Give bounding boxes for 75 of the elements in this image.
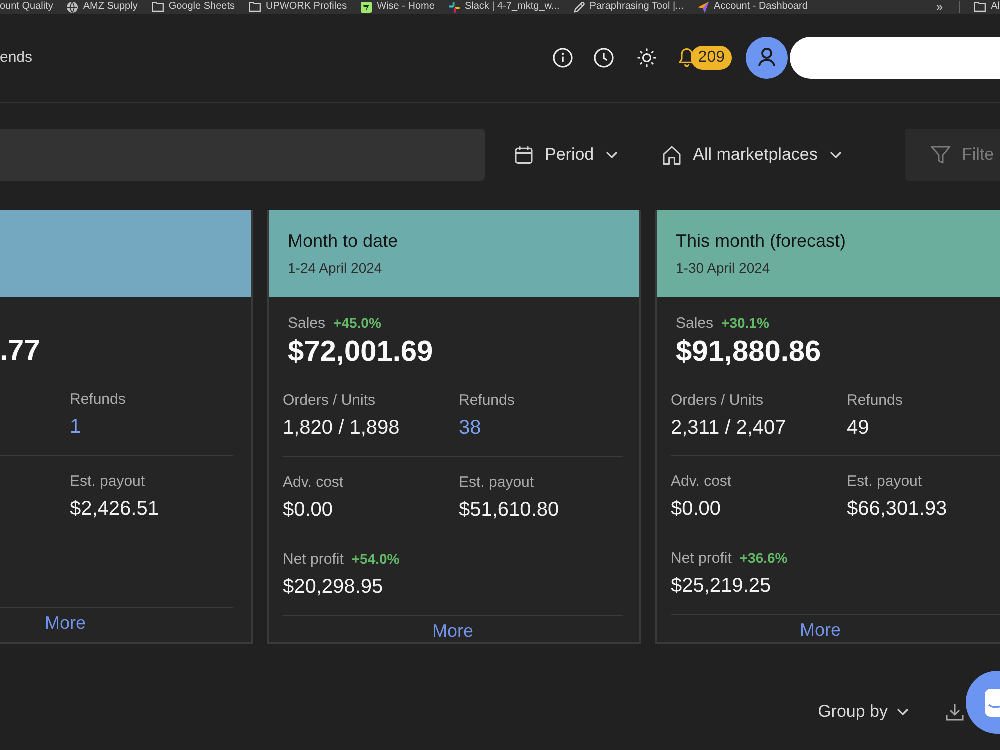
metric-link[interactable]: 1	[70, 414, 82, 440]
more-link[interactable]: More	[800, 620, 841, 640]
folder-icon	[152, 2, 164, 12]
metric-value: $20,298.95	[283, 575, 384, 600]
home-icon	[663, 146, 682, 164]
card-title: This month (forecast)	[676, 230, 848, 253]
sales-value: $72,001.69	[288, 335, 434, 370]
metric-value: $0.00	[283, 498, 334, 523]
bookmark-link[interactable]: ount Quality	[0, 0, 54, 14]
download-icon[interactable]	[946, 703, 964, 721]
chevron-down-icon	[606, 151, 618, 159]
sales-value: $91,880.86	[676, 335, 822, 370]
sales-value: .77	[0, 334, 42, 369]
card-date: 1-24 April 2024	[288, 259, 384, 277]
metric-value: 49	[847, 416, 870, 441]
change-percent: +45.0%	[334, 314, 382, 333]
metric-label: Adv. cost	[283, 473, 344, 493]
metric-label: Est. payout	[459, 473, 534, 493]
bookmark-link[interactable]: Wise - Home	[361, 0, 435, 14]
group-by-dropdown[interactable]: Group by	[818, 701, 909, 723]
metric-label: Refunds	[847, 391, 903, 411]
flag-tile-icon	[361, 2, 372, 12]
metric-label: Adv. cost	[671, 472, 732, 492]
more-bookmarks-button[interactable]: »	[934, 0, 946, 14]
chat-button[interactable]	[966, 671, 1000, 734]
marketplace-dropdown[interactable]: All marketplaces	[663, 144, 842, 166]
metric-label: Orders / Units	[283, 391, 376, 411]
chat-icon	[985, 688, 1000, 716]
chevron-down-icon	[897, 708, 909, 716]
metric-label: Est. payout	[70, 472, 146, 492]
clock-icon[interactable]	[594, 48, 614, 68]
pencil-icon	[574, 2, 585, 12]
metric-value: 2,311 / 2,407	[671, 416, 788, 441]
info-icon[interactable]	[553, 48, 574, 68]
card-title: Month to date	[288, 230, 400, 253]
paper-plane-icon	[698, 2, 709, 12]
calendar-icon	[515, 146, 533, 164]
metric-value: $25,219.25	[671, 574, 772, 599]
card-date: 1-30 April 2024	[676, 259, 772, 277]
folder-icon	[974, 2, 986, 12]
bookmark-link[interactable]: Paraphrasing Tool |...	[574, 0, 684, 14]
change-percent: +54.0%	[352, 550, 400, 569]
metric-label: Net profit	[283, 550, 344, 570]
notification-badge: 209	[691, 46, 732, 70]
metric-label: Net profit	[671, 549, 732, 569]
folder-icon	[249, 2, 262, 12]
metric-value: $66,301.93	[847, 497, 948, 522]
metric-label: Refunds	[70, 390, 126, 410]
metric-link[interactable]: 38	[459, 415, 482, 441]
bookmark-link[interactable]: AMZ Supply	[67, 0, 138, 14]
metric-value: $0.00	[671, 497, 722, 522]
avatar-icon[interactable]	[746, 37, 788, 79]
metric-label: Sales	[676, 314, 714, 334]
metric-label: Refunds	[459, 391, 515, 411]
change-percent: +36.6%	[740, 549, 788, 568]
metric-value: $51,610.80	[459, 498, 560, 523]
metric-label: Est. payout	[847, 472, 922, 492]
period-dropdown[interactable]: Period	[515, 144, 618, 166]
filter-icon	[931, 146, 951, 164]
metric-label: Sales	[288, 314, 326, 334]
bookmark-link[interactable]: Al	[974, 0, 1000, 14]
more-link[interactable]: More	[45, 613, 86, 633]
bookmark-link[interactable]: Google Sheets	[152, 0, 236, 14]
bookmark-link[interactable]: Slack | 4-7_mktg_w...	[448, 0, 560, 14]
pinwheel-icon	[448, 2, 460, 12]
metric-value: 1,820 / 1,898	[283, 416, 401, 441]
chevron-down-icon	[830, 151, 842, 159]
metric-label: Orders / Units	[671, 391, 764, 411]
change-percent: +30.1%	[722, 314, 770, 333]
sun-icon[interactable]	[637, 48, 658, 68]
bookmark-link[interactable]: UPWORK Profiles	[249, 0, 348, 14]
more-link[interactable]: More	[432, 621, 474, 641]
metric-value: $2,426.51	[70, 497, 160, 522]
bookmark-link[interactable]: Account - Dashboard	[698, 0, 808, 14]
page-title: ends	[0, 48, 33, 68]
